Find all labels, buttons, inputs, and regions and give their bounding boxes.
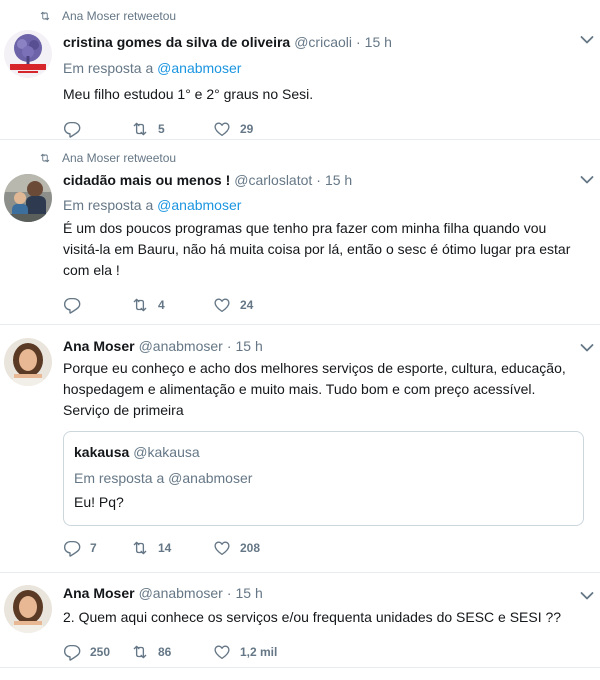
tweet-header: cidadão mais ou menos ! @carloslatot · 1… [63,172,590,192]
retweet-context: Ana Moser retweetou [38,8,590,24]
separator-dot: · [356,34,361,50]
like-icon [213,539,231,557]
quoted-tweet-header: kakausa @kakausa [74,444,573,464]
reply-icon [63,539,81,557]
quoted-fullname: kakausa [74,444,130,460]
separator-dot: · [226,585,232,601]
tweet-header: cristina gomes da silva de oliveira @cri… [63,34,590,54]
caret-down-icon[interactable] [580,343,594,353]
reply-context: Em resposta a @anabmoser [63,197,590,213]
tweet-actions: 4 24 [63,295,590,315]
username[interactable]: @anabmoser [139,585,223,601]
reply-icon [63,296,81,314]
avatar-image [4,338,52,386]
retweet-icon [38,10,52,22]
retweet-icon [131,643,149,661]
retweet-button[interactable]: 5 [131,120,213,138]
reply-button[interactable] [63,120,131,138]
like-button[interactable]: 29 [213,120,253,138]
tweet[interactable]: Ana Moser retweetou cidadão mais ou meno… [0,140,600,325]
like-button[interactable]: 24 [213,296,253,314]
tweet-header: Ana Moser @anabmoser · 15 h [63,585,590,605]
timestamp[interactable]: 15 h [325,172,352,188]
quoted-reply-prefix: Em resposta a [74,470,165,486]
retweet-context: Ana Moser retweetou [38,150,590,166]
like-count: 24 [240,298,254,312]
reply-count: 250 [90,645,111,659]
quoted-tweet[interactable]: kakausa @kakausa Em resposta a @anabmose… [63,431,584,526]
fullname[interactable]: cristina gomes da silva de oliveira [63,34,290,50]
username[interactable]: @carloslatot [234,172,312,188]
reply-prefix: Em resposta a [63,197,154,213]
reply-icon [63,643,81,661]
like-button[interactable]: 208 [213,539,260,557]
tweet-text: Meu filho estudou 1° e 2° graus no Sesi. [63,86,314,102]
retweet-button[interactable]: 14 [131,539,213,557]
avatar[interactable] [4,174,52,222]
like-icon [213,643,231,661]
reply-count: 7 [90,541,97,555]
caret-down-icon[interactable] [580,591,594,601]
reply-context: Em resposta a @anabmoser [63,60,590,76]
tweet[interactable]: Ana Moser @anabmoser · 15 h 2. Quem aqui… [0,573,600,668]
quoted-username: @kakausa [133,444,200,460]
retweet-button[interactable]: 86 [131,643,213,661]
tweet-actions: 5 29 [63,119,590,139]
retweet-count: 86 [158,645,172,659]
tweet-header: Ana Moser @anabmoser · 15 h [63,338,590,358]
like-count: 1,2 mil [240,645,278,659]
avatar-image [4,585,52,633]
username[interactable]: @cricaoli [294,34,352,50]
avatar-image [4,174,52,222]
reply-button[interactable]: 7 [63,539,131,557]
fullname[interactable]: cidadão mais ou menos ! [63,172,230,188]
retweet-icon [131,120,149,138]
retweet-context-label: Ana Moser retweetou [62,9,177,23]
retweet-icon [38,152,52,164]
retweet-icon [131,296,149,314]
avatar-image [4,30,52,78]
like-count: 208 [240,541,261,555]
tweet-text: Porque eu conheço e acho dos melhores se… [63,360,566,418]
reply-icon [63,120,81,138]
tweet-text: 2. Quem aqui conhece os serviços e/ou fr… [63,609,562,625]
like-icon [213,296,231,314]
avatar[interactable] [4,585,52,633]
reply-prefix: Em resposta a [63,60,154,76]
reply-button[interactable] [63,296,131,314]
tweet[interactable]: Ana Moser @anabmoser · 15 h Porque eu co… [0,325,600,573]
retweet-icon [131,539,149,557]
retweet-count: 4 [158,298,165,312]
timestamp[interactable]: 15 h [236,585,263,601]
separator-dot: · [226,338,232,354]
username[interactable]: @anabmoser [139,338,223,354]
fullname[interactable]: Ana Moser [63,585,135,601]
retweet-count: 14 [158,541,172,555]
timestamp[interactable]: 15 h [365,34,392,50]
tweet[interactable]: Ana Moser retweetou cristina gomes da si… [0,0,600,140]
quoted-text: Eu! Pq? [74,494,124,510]
quoted-reply-context: Em resposta a @anabmoser [74,470,573,486]
tweet-text: É um dos poucos programas que tenho pra … [63,220,571,278]
tweet-actions: 7 14 208 [63,538,590,558]
fullname[interactable]: Ana Moser [63,338,135,354]
caret-down-icon[interactable] [580,35,594,45]
avatar[interactable] [4,30,52,78]
avatar[interactable] [4,338,52,386]
like-count: 29 [240,122,254,136]
retweet-button[interactable]: 4 [131,296,213,314]
separator-dot: · [316,172,321,188]
like-button[interactable]: 1,2 mil [213,643,277,661]
like-icon [213,120,231,138]
timestamp[interactable]: 15 h [236,338,263,354]
caret-down-icon[interactable] [580,175,594,185]
retweet-context-label: Ana Moser retweetou [62,151,177,165]
reply-mention-link[interactable]: @anabmoser [157,60,241,76]
reply-button[interactable]: 250 [63,643,131,661]
tweet-actions: 250 86 1,2 mil [63,642,590,662]
quoted-reply-mention: @anabmoser [168,470,253,486]
retweet-count: 5 [158,122,165,136]
reply-mention-link[interactable]: @anabmoser [157,197,241,213]
